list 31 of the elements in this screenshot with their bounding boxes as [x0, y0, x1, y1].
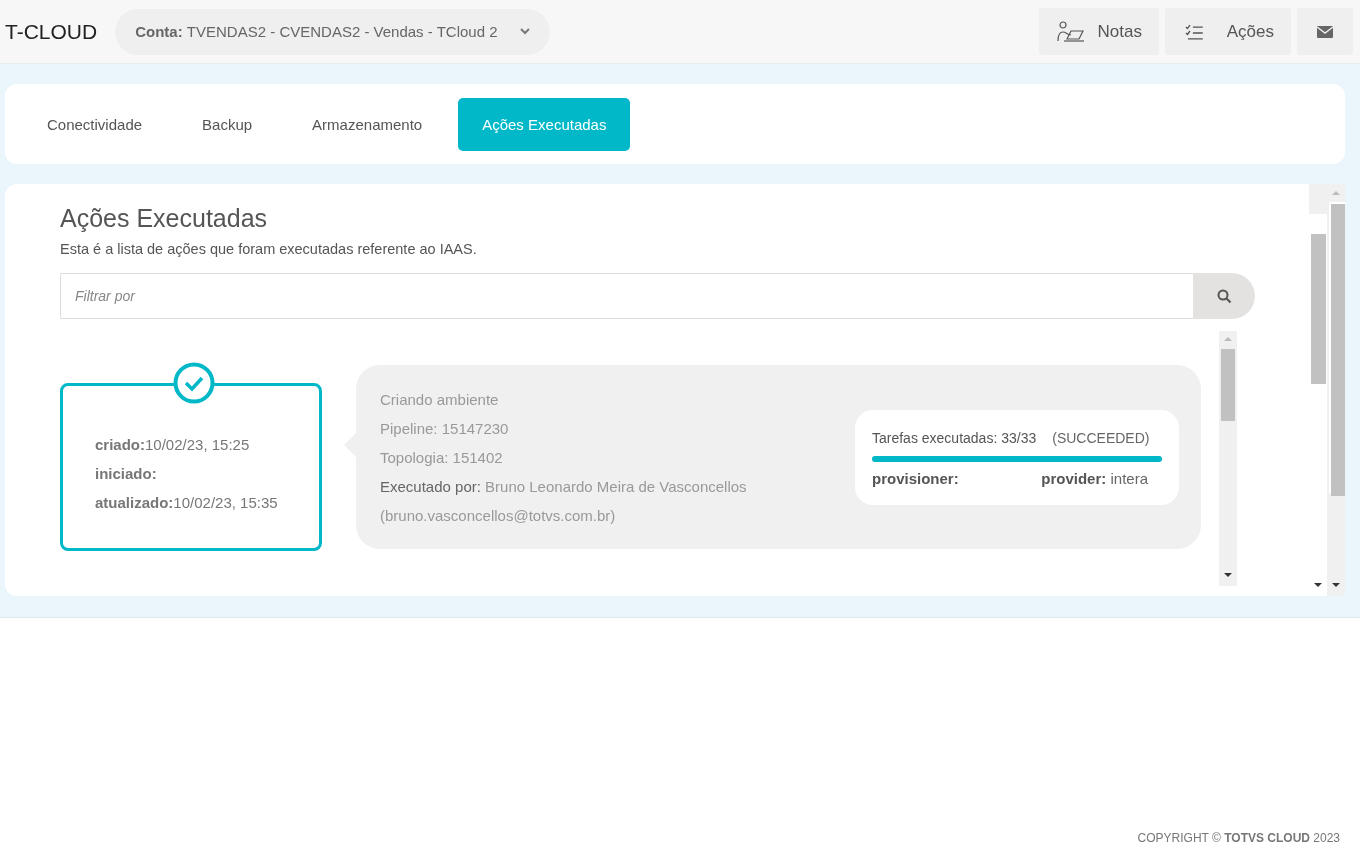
logo: T-CLOUD — [5, 19, 98, 44]
tab[interactable]: Armazenamento — [288, 97, 447, 151]
detail-line: Criando ambiente — [380, 389, 500, 410]
notes-button[interactable]: Notas — [1038, 8, 1159, 55]
tasks-count: Tarefas executadas: 33/33 — [872, 429, 1037, 446]
executed-by-line: Executado por: Bruno Leonardo Meira de Vasconcellos — [380, 476, 748, 497]
chevron-down-icon — [519, 28, 530, 35]
account-selector[interactable]: Conta: TVENDAS2 - CVENDAS2 - Vendas - TCloud 2 — [115, 8, 550, 55]
tab[interactable]: Conectividade — [23, 97, 167, 151]
envelope-icon — [1317, 25, 1333, 38]
tab[interactable]: Backup — [178, 97, 277, 151]
provider-line: provider: intera — [1041, 469, 1148, 487]
detail-line: Topologia: 151402 — [380, 447, 504, 468]
email-line: (bruno.vasconcellos@totvs.com.br) — [380, 505, 617, 526]
date-line: iniciado: — [95, 464, 158, 484]
section-description: Esta é a lista de ações que foram executadas referente ao IAAS. — [60, 241, 478, 257]
detail-line: Pipeline: 15147230 — [380, 418, 510, 439]
provisioner-line: provisioner: — [872, 469, 959, 487]
scrollbar[interactable] — [1309, 184, 1345, 596]
filter-field[interactable]: Filtrar por — [60, 273, 1193, 319]
mail-button[interactable] — [1297, 8, 1353, 55]
actions-button[interactable]: Ações — [1165, 8, 1291, 55]
copyright-text: COPYRIGHT © TOTVS CLOUD 2023 — [1137, 831, 1340, 845]
search-icon — [1216, 288, 1232, 304]
tasks-status: (SUCCEEDED) — [1052, 429, 1150, 446]
date-line: atualizado:10/02/23, 15:35 — [95, 493, 279, 513]
date-line: criado:10/02/23, 15:25 — [95, 435, 251, 455]
section-title: Ações Executadas — [60, 204, 269, 233]
search-button[interactable] — [1193, 273, 1255, 319]
checklist-icon — [1185, 23, 1203, 40]
person-laptop-icon — [1055, 20, 1086, 43]
